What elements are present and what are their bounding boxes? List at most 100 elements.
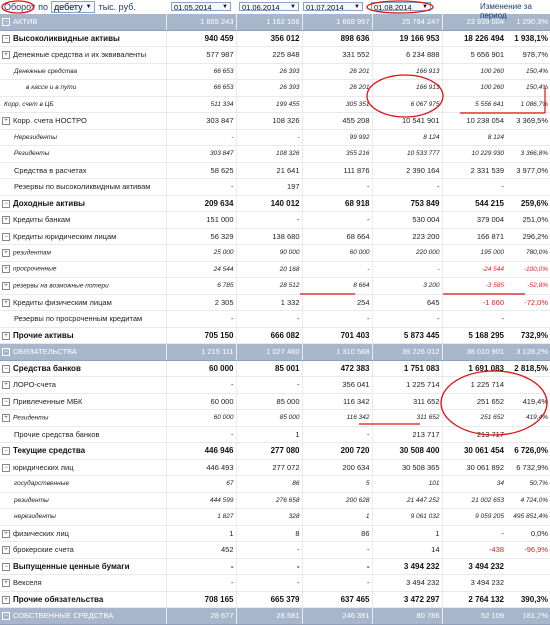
value-cell: 60 000 <box>165 409 236 427</box>
value-cell: 25 794 247 <box>371 14 442 31</box>
row-label-cell: − Выпущенные ценные бумаги <box>0 558 166 575</box>
collapse-icon[interactable]: − <box>2 199 10 208</box>
change-percent-cell: 419,4% <box>506 393 550 410</box>
value-cell: - <box>301 541 372 559</box>
expand-icon[interactable]: + <box>2 595 10 604</box>
expand-icon[interactable]: + <box>2 51 10 60</box>
expand-icon[interactable]: + <box>2 413 10 422</box>
value-cell: 138 680 <box>235 228 302 245</box>
collapse-icon[interactable]: − <box>2 364 10 373</box>
value-cell: 940 459 <box>165 30 236 47</box>
change-percent-cell: -52,8% <box>506 277 550 295</box>
collapse-icon[interactable]: − <box>2 232 10 241</box>
collapse-icon[interactable]: − <box>2 34 10 43</box>
value-cell: 25 000 <box>165 244 236 262</box>
expand-icon[interactable]: + <box>2 331 10 340</box>
table-row: Прочие средства банков -1-213 717 213 717 <box>0 426 550 443</box>
change-percent-cell: 251,0% <box>506 211 550 229</box>
value-cell: 6 234 888 <box>371 46 442 64</box>
row-label: резидентам <box>13 249 51 257</box>
value-cell: 331 552 <box>301 46 372 64</box>
change-value-cell: 2 331 539 <box>441 162 506 179</box>
row-label: государственные <box>14 480 70 488</box>
row-label: Корр. счет в ЦБ <box>4 100 54 108</box>
date-select-4[interactable]: 01.08.2014 ▼ <box>371 2 431 12</box>
value-cell: 19 166 953 <box>371 30 442 47</box>
collapse-icon[interactable]: − <box>2 562 10 571</box>
value-cell: - <box>235 211 302 229</box>
expand-icon[interactable]: + <box>2 117 10 126</box>
value-cell: 8 124 <box>371 129 442 146</box>
value-cell: - <box>165 129 236 146</box>
date-select-1[interactable]: 01.05.2014 ▼ <box>171 2 231 12</box>
table-row: Резервы по просроченным кредитам - - - - - <box>0 310 550 328</box>
expand-icon[interactable]: + <box>2 216 10 225</box>
row-label-cell: − юридических лиц <box>0 459 166 476</box>
section-row: − АКТИВ 1 855 243 1 162 106 1 668 957 25 794 … <box>0 14 550 31</box>
value-cell: 665 379 <box>235 591 302 608</box>
change-value-cell: 213 717 <box>441 426 506 443</box>
row-label-cell: + просроченные <box>0 261 166 278</box>
value-cell: 85 000 <box>235 409 302 427</box>
value-cell: 446 493 <box>165 459 236 476</box>
change-percent-cell: 4 724,0% <box>506 492 550 509</box>
change-value-cell: -1 660 <box>441 294 506 311</box>
value-cell: 28 677 <box>165 607 236 625</box>
row-label-cell: − Текущие средства <box>0 442 166 460</box>
value-cell: 80 786 <box>371 607 442 625</box>
collapse-icon[interactable]: − <box>2 348 10 357</box>
value-cell: 209 634 <box>165 195 236 212</box>
change-value-cell: 166 871 <box>441 228 506 245</box>
table-row: Корр. счет в ЦБ 511 334 199 455 305 351 6 06… <box>0 96 550 113</box>
row-label: Кредиты физическим лицам <box>13 297 112 307</box>
value-cell: - <box>165 574 236 592</box>
change-value-cell: 1 225 714 <box>441 376 506 394</box>
collapse-icon[interactable]: − <box>2 463 10 472</box>
value-cell: 898 636 <box>301 30 372 47</box>
value-cell: 85 001 <box>235 360 302 377</box>
change-value-cell: 100 260 <box>441 79 506 97</box>
collapse-icon[interactable]: − <box>2 18 10 27</box>
date-select-3[interactable]: 01.07.2014 ▼ <box>303 2 363 12</box>
change-value-cell: 5 556 641 <box>441 96 506 113</box>
value-cell: - <box>235 574 302 592</box>
value-cell: 166 913 <box>371 79 442 97</box>
table-row: Денежные средства 66 653 26 393 26 201 166 9… <box>0 63 550 80</box>
value-cell: 2 390 164 <box>371 162 442 179</box>
change-value-cell: 30 061 892 <box>441 459 506 476</box>
value-cell: - <box>301 310 372 328</box>
expand-icon[interactable]: + <box>2 298 10 307</box>
expand-icon[interactable]: + <box>2 546 10 555</box>
value-cell: 28 512 <box>235 277 302 295</box>
row-label: Привлеченные МБК <box>13 396 83 406</box>
value-cell: 140 012 <box>235 195 302 212</box>
change-value-cell: 5 168 295 <box>441 327 506 344</box>
change-percent-cell: 6 726,0% <box>506 442 550 460</box>
value-cell: 1 <box>235 426 302 443</box>
row-label: резиденты <box>14 496 49 504</box>
value-cell: - <box>301 211 372 229</box>
collapse-icon[interactable]: − <box>2 612 10 621</box>
collapse-icon[interactable]: − <box>2 447 10 456</box>
change-value-cell: -3 585 <box>441 277 506 295</box>
row-label: Корр. счета НОСТРО <box>13 116 87 126</box>
date-select-2[interactable]: 01.06.2014 ▼ <box>239 2 299 12</box>
value-cell: 328 <box>235 508 302 526</box>
row-label: Прочие средства банков <box>14 429 100 439</box>
turnover-side-select[interactable]: дебету ▼ <box>51 1 95 13</box>
collapse-icon[interactable]: − <box>2 397 10 406</box>
table-row: + просроченные 24 544 20 168- - -24 544 -100,0… <box>0 261 550 278</box>
expand-icon[interactable]: + <box>2 281 10 290</box>
expand-icon[interactable]: + <box>2 248 10 257</box>
row-label-cell: нерезиденты <box>0 508 166 526</box>
value-cell: 85 000 <box>235 393 302 410</box>
expand-icon[interactable]: + <box>2 529 10 538</box>
change-percent-cell: 419,4% <box>506 409 550 427</box>
value-cell: 277 080 <box>235 442 302 460</box>
expand-icon[interactable]: + <box>2 381 10 390</box>
expand-icon[interactable]: + <box>2 579 10 588</box>
row-label: Денежные средства <box>14 67 78 75</box>
expand-icon[interactable]: + <box>2 265 10 274</box>
table-row: + физических лиц 1 8 86 1-0,0% <box>0 525 550 542</box>
change-percent-cell: 3 369,5% <box>506 112 550 130</box>
